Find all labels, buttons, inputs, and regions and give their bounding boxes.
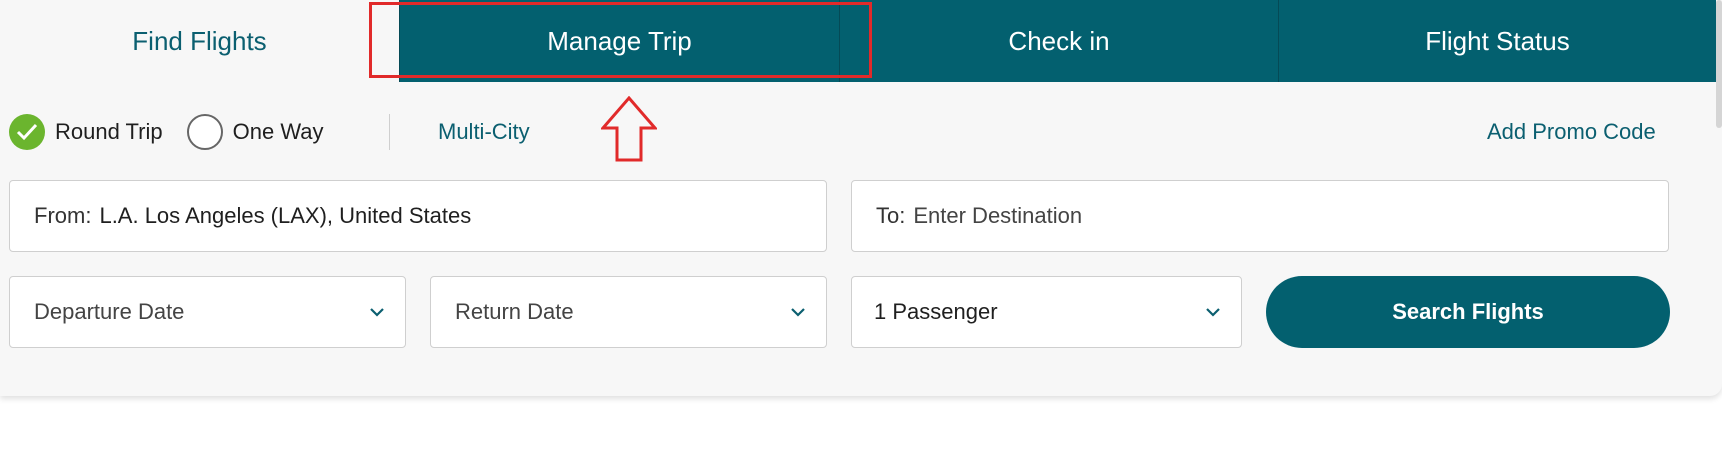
departure-date-select[interactable]: Departure Date xyxy=(9,276,406,348)
multi-city-link[interactable]: Multi-City xyxy=(438,119,530,145)
tab-flight-status[interactable]: Flight Status xyxy=(1278,0,1716,82)
search-flights-label: Search Flights xyxy=(1392,299,1544,324)
annotation-up-arrow-icon xyxy=(601,96,657,162)
checkmark-icon xyxy=(16,123,38,141)
tab-check-in[interactable]: Check in xyxy=(839,0,1278,82)
round-trip-label[interactable]: Round Trip xyxy=(55,119,163,145)
trip-type-divider xyxy=(389,114,390,150)
from-label: From: xyxy=(34,203,92,228)
tab-manage-trip[interactable]: Manage Trip xyxy=(399,0,839,82)
from-field[interactable]: From: L.A. Los Angeles (LAX), United Sta… xyxy=(9,180,827,252)
one-way-radio[interactable] xyxy=(186,114,223,150)
chevron-down-icon xyxy=(1206,308,1220,317)
tab-check-in-label: Check in xyxy=(1008,25,1110,56)
to-label: To: xyxy=(876,203,906,228)
tab-find-flights[interactable]: Find Flights xyxy=(0,0,399,82)
to-field[interactable]: To: Enter Destination xyxy=(851,180,1669,252)
passenger-value: 1 Passenger xyxy=(874,299,998,324)
round-trip-radio[interactable] xyxy=(9,114,45,150)
tab-flight-status-label: Flight Status xyxy=(1425,25,1570,56)
one-way-label[interactable]: One Way xyxy=(233,119,324,145)
return-date-select[interactable]: Return Date xyxy=(430,276,827,348)
chevron-down-icon xyxy=(791,308,805,317)
departure-date-placeholder: Departure Date xyxy=(34,299,185,324)
chevron-down-icon xyxy=(370,308,384,317)
scrollbar[interactable] xyxy=(1716,0,1722,128)
booking-tabs: Find Flights Manage Trip Check in Flight… xyxy=(0,0,1716,82)
passenger-select[interactable]: 1 Passenger xyxy=(851,276,1242,348)
tab-find-flights-label: Find Flights xyxy=(132,25,267,56)
add-promo-code-link[interactable]: Add Promo Code xyxy=(1487,119,1656,145)
search-flights-button[interactable]: Search Flights xyxy=(1266,276,1670,348)
tab-manage-trip-label: Manage Trip xyxy=(547,25,692,56)
return-date-placeholder: Return Date xyxy=(455,299,574,324)
to-placeholder: Enter Destination xyxy=(913,203,1083,228)
from-value: L.A. Los Angeles (LAX), United States xyxy=(99,203,472,228)
trip-type-selector: Round Trip One Way xyxy=(9,112,324,152)
flight-booking-widget: Find Flights Manage Trip Check in Flight… xyxy=(0,0,1722,396)
